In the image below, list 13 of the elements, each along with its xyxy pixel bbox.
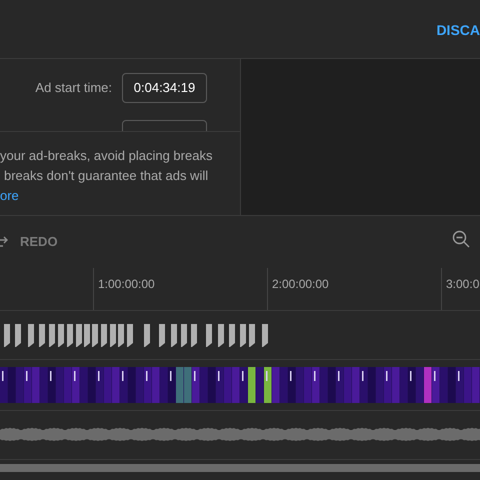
redo-icon[interactable]: [0, 235, 9, 249]
zoom-out-icon[interactable]: [452, 230, 470, 248]
ad-start-time-label: Ad start time:: [35, 79, 112, 98]
scrollbar[interactable]: [0, 464, 480, 472]
learn-more-link[interactable]: ore: [0, 186, 19, 206]
time-tick-label: 3:00:0: [446, 277, 480, 291]
info-text: your ad-breaks, avoid placing breaks: [0, 147, 214, 165]
time-tick-label: 1:00:00:00: [98, 277, 155, 291]
time-field[interactable]: 0:04:34:19: [122, 73, 207, 103]
redo-button[interactable]: REDO: [20, 232, 58, 252]
discard-button[interactable]: DISCA: [0, 20, 480, 40]
time-tick-label: 2:00:00:00: [272, 277, 329, 291]
info-text: breaks don't guarantee that ads will: [3, 167, 210, 185]
